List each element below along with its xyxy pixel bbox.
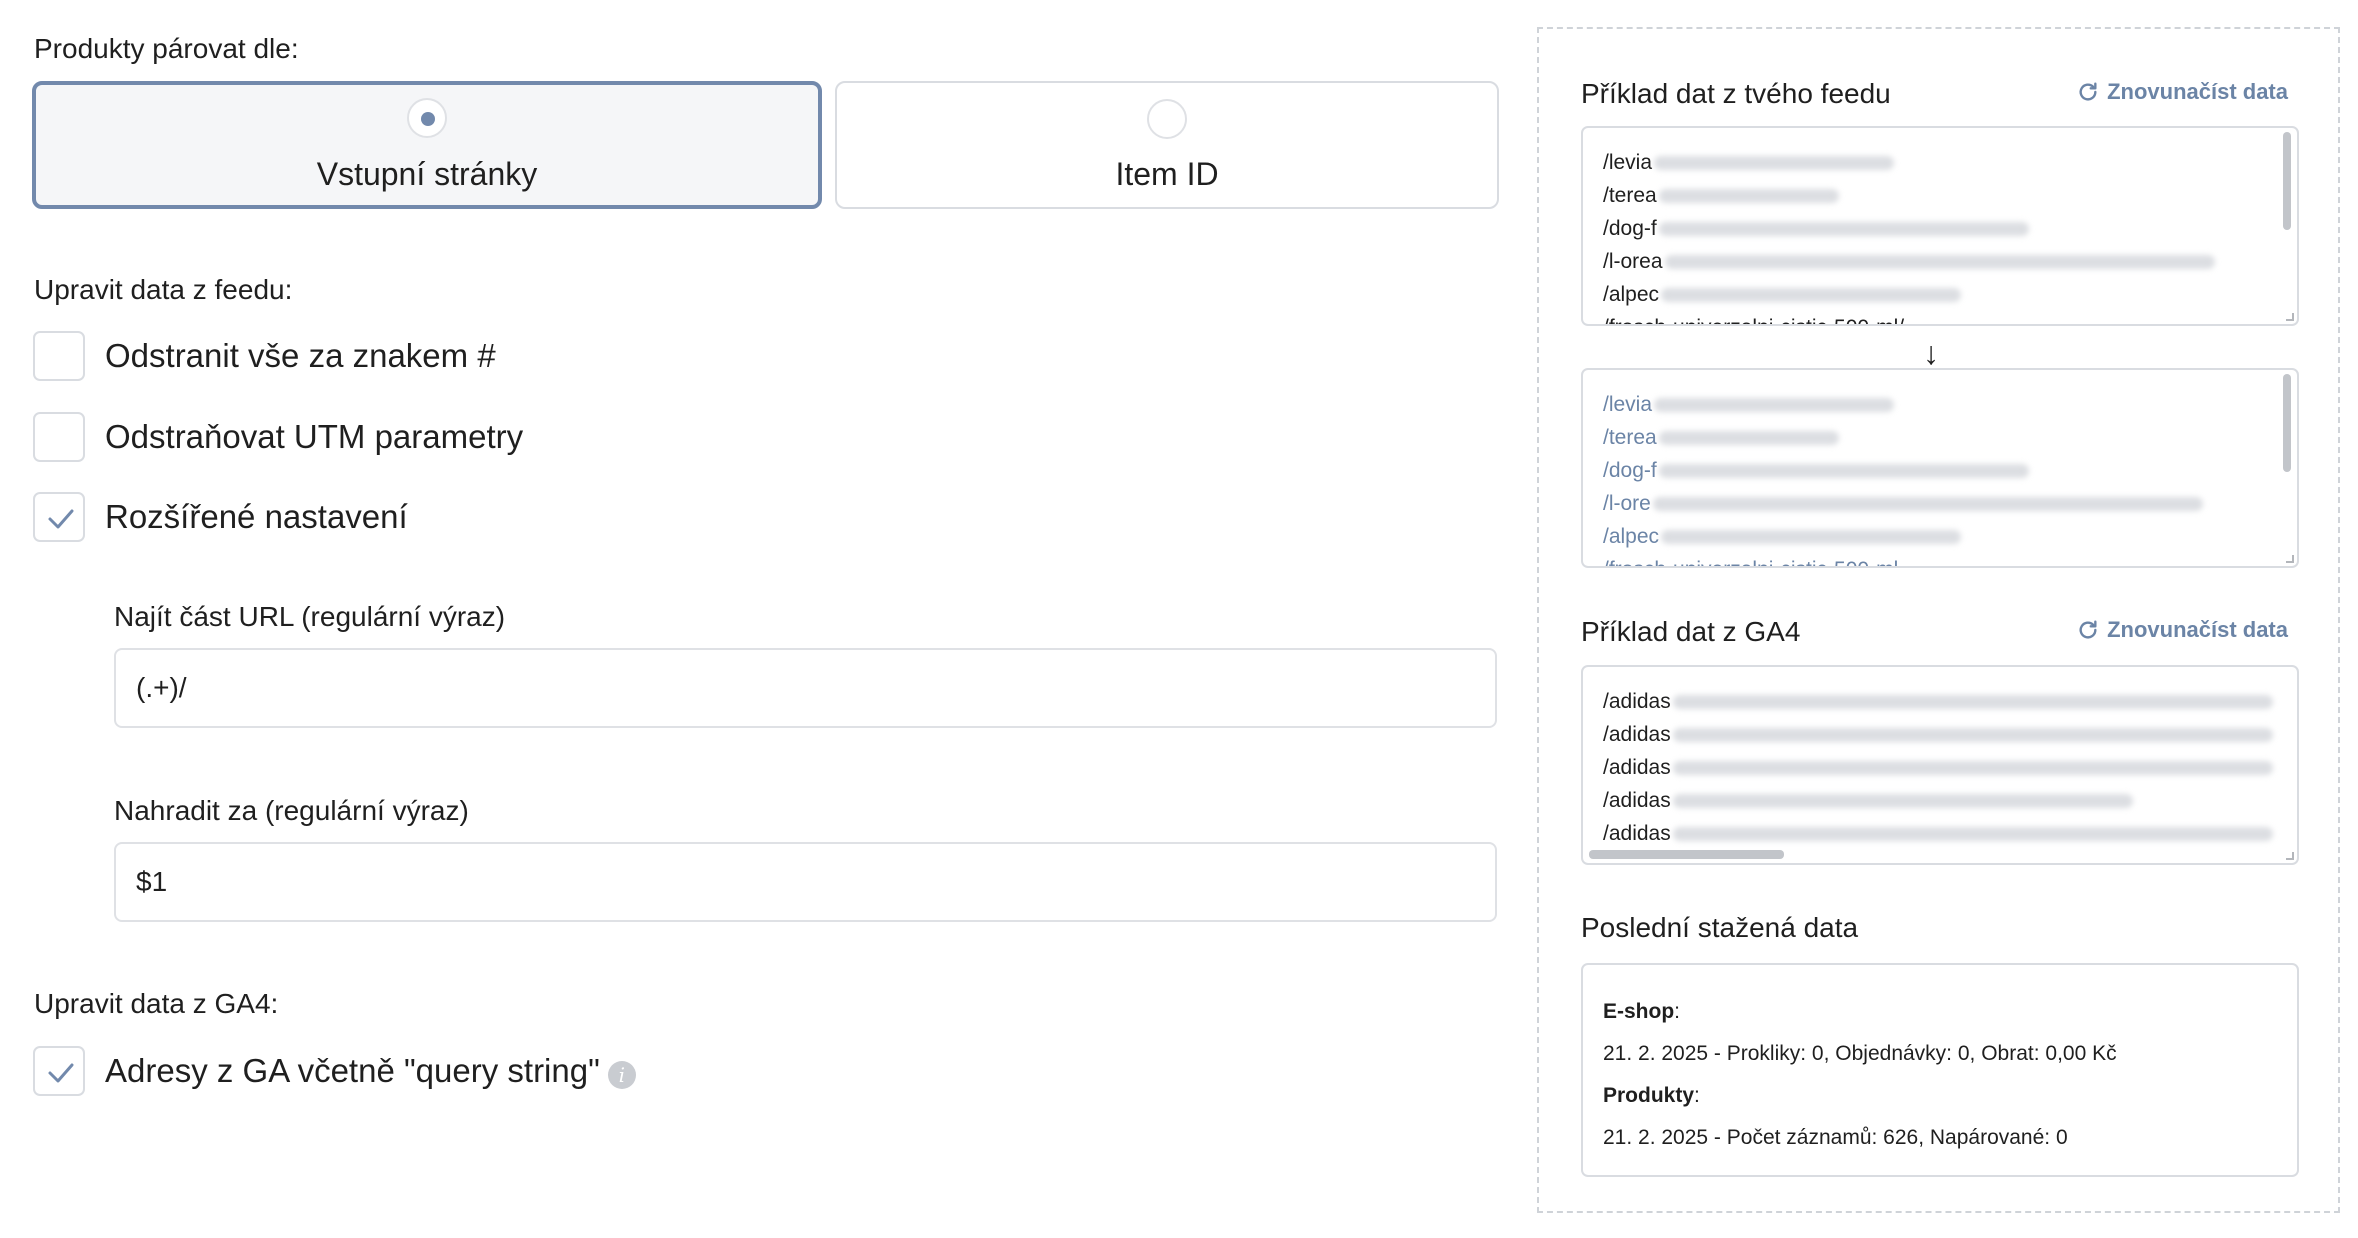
radio-option-landing-pages[interactable]: Vstupní stránky bbox=[32, 81, 822, 209]
data-line: /adidas bbox=[1603, 817, 2277, 850]
reload-ga4-button[interactable]: Znovunačíst data bbox=[2077, 617, 2288, 643]
data-line: /dog-f bbox=[1603, 212, 2277, 245]
checkmark-icon bbox=[48, 1063, 74, 1083]
checkbox-box[interactable] bbox=[33, 492, 85, 542]
data-line: /levia bbox=[1603, 146, 2277, 179]
pairing-label: Produkty párovat dle: bbox=[34, 33, 299, 64]
data-line: /terea bbox=[1603, 421, 2277, 454]
checkbox-box[interactable] bbox=[33, 331, 85, 381]
ga4-sample-textarea[interactable]: /adidas /adidas /adidas /adidas /adidas bbox=[1581, 665, 2299, 865]
products-heading: Produkty: bbox=[1603, 1084, 1700, 1107]
vertical-scrollbar[interactable] bbox=[2283, 374, 2291, 472]
last-data-title: Poslední stažená data bbox=[1581, 912, 1859, 943]
replace-regex-label: Nahradit za (regulární výraz) bbox=[114, 795, 469, 826]
checkbox-remove-utm[interactable]: Odstraňovat UTM parametry bbox=[33, 412, 523, 462]
checkbox-box[interactable] bbox=[33, 1046, 85, 1096]
radio-option-label: Vstupní stránky bbox=[316, 156, 538, 192]
feed-result-textarea[interactable]: /levia /terea /dog-f /l-ore /alpec /fros… bbox=[1581, 368, 2299, 568]
checkbox-remove-hash[interactable]: Odstranit vše za znakem # bbox=[33, 331, 496, 381]
vertical-scrollbar[interactable] bbox=[2283, 132, 2291, 230]
data-line: /frosch-univerzalni-cistic-500-ml/ bbox=[1603, 311, 2277, 324]
data-line: /alpec bbox=[1603, 278, 2277, 311]
data-line: /dog-f bbox=[1603, 454, 2277, 487]
checkbox-box[interactable] bbox=[33, 412, 85, 462]
find-regex-label: Najít část URL (regulární výraz) bbox=[114, 601, 506, 632]
checkbox-label: Odstranit vše za znakem # bbox=[105, 337, 496, 374]
feed-edit-label: Upravit data z feedu: bbox=[34, 274, 293, 305]
radio-button[interactable] bbox=[1147, 99, 1187, 139]
eshop-heading: E-shop: bbox=[1603, 1000, 1681, 1023]
feed-sample-title: Příklad dat z tvého feedu bbox=[1581, 78, 1891, 109]
refresh-icon bbox=[2079, 82, 2097, 101]
horizontal-scrollbar[interactable] bbox=[1589, 850, 1784, 859]
resize-handle[interactable] bbox=[2286, 313, 2294, 321]
data-line: /l-ore bbox=[1603, 487, 2277, 520]
checkbox-advanced-settings[interactable]: Rozšířené nastavení bbox=[33, 492, 408, 542]
last-data-box: E-shop: 21. 2. 2025 - Prokliky: 0, Objed… bbox=[1581, 963, 2299, 1177]
data-line: /adidas bbox=[1603, 685, 2277, 718]
refresh-icon bbox=[2079, 620, 2097, 639]
eshop-stats: 21. 2. 2025 - Prokliky: 0, Objednávky: 0… bbox=[1603, 1042, 2117, 1065]
data-line: /adidas bbox=[1603, 718, 2277, 751]
info-icon[interactable]: i bbox=[607, 1061, 636, 1090]
data-line: /frosch-univerzalni-cistic-500-ml bbox=[1603, 553, 2277, 566]
data-line: /terea bbox=[1603, 179, 2277, 212]
checkbox-query-string[interactable]: Adresy z GA včetně "query string" i bbox=[33, 1046, 636, 1096]
find-regex-input[interactable] bbox=[114, 648, 1497, 728]
data-line: /alpec bbox=[1603, 520, 2277, 553]
data-line: /levia bbox=[1603, 388, 2277, 421]
checkbox-label: Odstraňovat UTM parametry bbox=[105, 418, 524, 455]
data-line: /adidas bbox=[1603, 784, 2277, 817]
checkbox-label: Adresy z GA včetně "query string" i bbox=[105, 1052, 636, 1090]
checkmark-icon bbox=[48, 509, 74, 529]
resize-handle[interactable] bbox=[2286, 852, 2294, 860]
radio-option-item-id[interactable]: Item ID bbox=[835, 81, 1499, 209]
resize-handle[interactable] bbox=[2286, 555, 2294, 563]
arrow-down-icon: ↓ bbox=[1923, 335, 1939, 371]
preview-panel: Příklad dat z tvého feedu Znovunačíst da… bbox=[1537, 27, 2340, 1213]
reload-feed-button[interactable]: Znovunačíst data bbox=[2077, 79, 2288, 105]
data-line: /l-orea bbox=[1603, 245, 2277, 278]
radio-option-label: Item ID bbox=[1115, 156, 1219, 192]
checkbox-label: Rozšířené nastavení bbox=[105, 498, 408, 535]
ga4-edit-label: Upravit data z GA4: bbox=[34, 988, 279, 1019]
ga4-sample-title: Příklad dat z GA4 bbox=[1581, 616, 1801, 647]
data-line: /adidas bbox=[1603, 751, 2277, 784]
replace-regex-input[interactable] bbox=[114, 842, 1497, 922]
products-stats: 21. 2. 2025 - Počet záznamů: 626, Napáro… bbox=[1603, 1126, 2068, 1149]
radio-button-selected[interactable] bbox=[407, 98, 447, 138]
feed-sample-textarea[interactable]: /levia /terea /dog-f /l-orea /alpec /fro… bbox=[1581, 126, 2299, 326]
